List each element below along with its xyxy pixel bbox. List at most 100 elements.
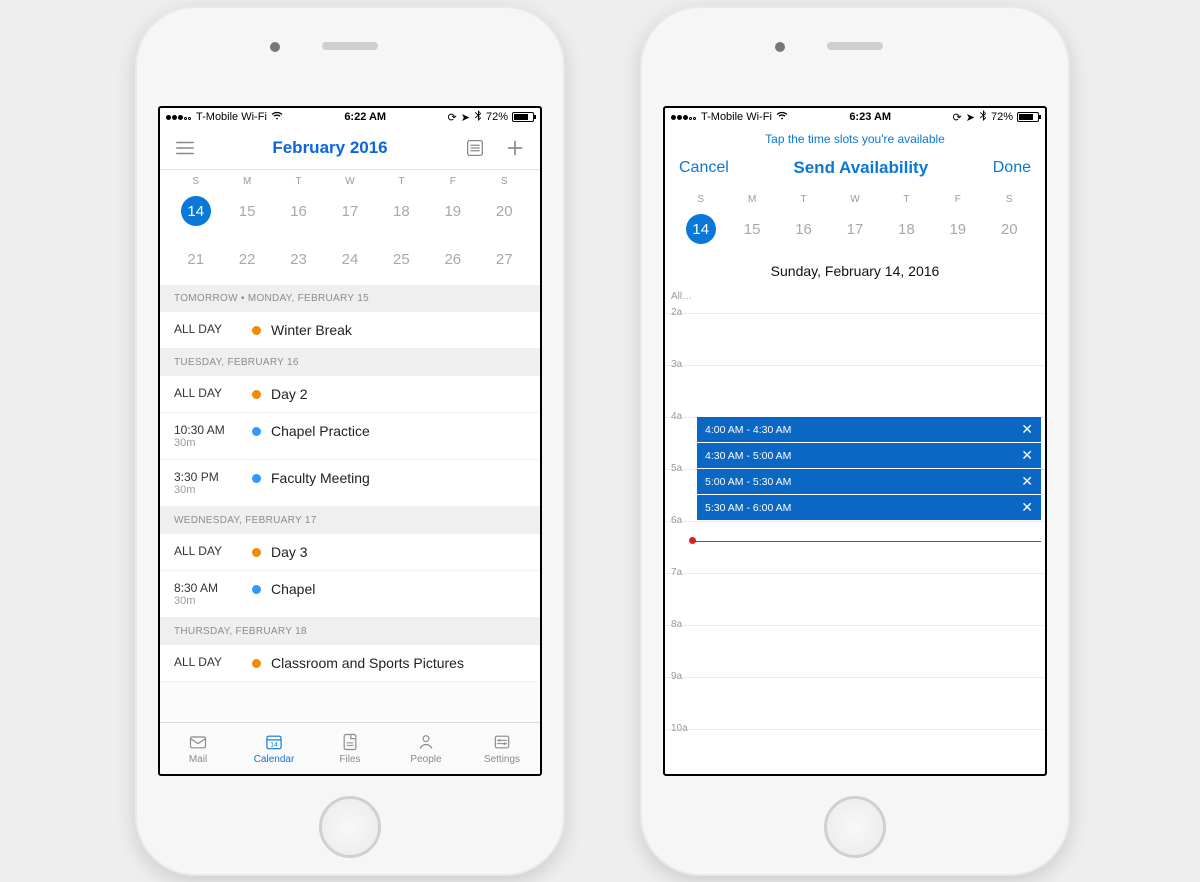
list-view-button[interactable] bbox=[462, 137, 488, 159]
tab-files[interactable]: Files bbox=[312, 723, 388, 774]
hour-label: 3a bbox=[671, 359, 682, 370]
calendar-icon: 14 bbox=[263, 732, 285, 752]
people-icon bbox=[415, 732, 437, 752]
event-row[interactable]: 8:30 AM30mChapel bbox=[160, 571, 540, 618]
remove-slot-icon[interactable]: ✕ bbox=[1021, 473, 1033, 490]
weekday-label: T bbox=[778, 194, 829, 205]
date-cell[interactable]: 20 bbox=[479, 191, 530, 231]
app-header: February 2016 bbox=[160, 126, 540, 170]
plus-icon bbox=[504, 137, 526, 159]
date-cell[interactable]: 18 bbox=[881, 209, 932, 249]
weekday-label: S bbox=[984, 194, 1035, 205]
section-header: WEDNESDAY, FEBRUARY 17 bbox=[160, 507, 540, 534]
cancel-button[interactable]: Cancel bbox=[679, 159, 729, 177]
date-cell[interactable]: 24 bbox=[324, 239, 375, 279]
screen-left: T-Mobile Wi-Fi 6:22 AM ⟳ ➤ 72% Februa bbox=[158, 106, 542, 776]
weekday-label: F bbox=[932, 194, 983, 205]
weekday-label: T bbox=[273, 176, 324, 187]
date-cell[interactable]: 17 bbox=[324, 191, 375, 231]
event-row[interactable]: ALL DAYDay 3 bbox=[160, 534, 540, 571]
color-dot-icon bbox=[252, 585, 261, 594]
header-title[interactable]: February 2016 bbox=[272, 138, 387, 158]
availability-slot[interactable]: 5:00 AM - 5:30 AM ✕ bbox=[697, 469, 1041, 494]
color-dot-icon bbox=[252, 659, 261, 668]
event-time: ALL DAY bbox=[174, 322, 242, 336]
slot-label: 5:30 AM - 6:00 AM bbox=[705, 502, 791, 514]
date-cell[interactable]: 27 bbox=[479, 239, 530, 279]
date-cell[interactable]: 20 bbox=[984, 209, 1035, 249]
date-cell[interactable]: 21 bbox=[170, 239, 221, 279]
event-title: Chapel bbox=[271, 581, 315, 597]
availability-slot[interactable]: 5:30 AM - 6:00 AM ✕ bbox=[697, 495, 1041, 520]
remove-slot-icon[interactable]: ✕ bbox=[1021, 499, 1033, 516]
location-icon: ➤ bbox=[461, 111, 470, 124]
event-row[interactable]: 3:30 PM30mFaculty Meeting bbox=[160, 460, 540, 507]
hour-line: 10a bbox=[665, 729, 1045, 730]
hour-line: 2a bbox=[665, 313, 1045, 314]
date-cell[interactable]: 16 bbox=[273, 191, 324, 231]
remove-slot-icon[interactable]: ✕ bbox=[1021, 421, 1033, 438]
hamburger-icon bbox=[174, 137, 196, 159]
event-title: Chapel Practice bbox=[271, 423, 370, 439]
section-header: THURSDAY, FEBRUARY 18 bbox=[160, 618, 540, 645]
location-icon: ➤ bbox=[966, 111, 975, 124]
svg-text:14: 14 bbox=[270, 742, 278, 749]
event-title: Classroom and Sports Pictures bbox=[271, 655, 464, 671]
date-cell[interactable]: 15 bbox=[221, 191, 272, 231]
date-cell[interactable]: 22 bbox=[221, 239, 272, 279]
clock-label: 6:23 AM bbox=[849, 111, 891, 123]
weekday-label: W bbox=[829, 194, 880, 205]
color-dot-icon bbox=[252, 474, 261, 483]
home-button[interactable] bbox=[319, 796, 381, 858]
remove-slot-icon[interactable]: ✕ bbox=[1021, 447, 1033, 464]
availability-slot[interactable]: 4:00 AM - 4:30 AM✕ bbox=[697, 417, 1041, 442]
date-cell[interactable]: 17 bbox=[829, 209, 880, 249]
event-row[interactable]: ALL DAYDay 2 bbox=[160, 376, 540, 413]
carrier-label: T-Mobile Wi-Fi bbox=[701, 111, 772, 123]
weekday-label: F bbox=[427, 176, 478, 187]
event-row[interactable]: ALL DAYWinter Break bbox=[160, 312, 540, 349]
day-timeline[interactable]: All…2a3a4a5a6a7a8a9a10a4:00 AM - 4:30 AM… bbox=[665, 287, 1045, 774]
battery-icon bbox=[1017, 112, 1039, 122]
event-row[interactable]: 10:30 AM30mChapel Practice bbox=[160, 413, 540, 460]
event-row[interactable]: ALL DAYClassroom and Sports Pictures bbox=[160, 645, 540, 682]
date-cell[interactable]: 25 bbox=[376, 239, 427, 279]
weekday-label: S bbox=[479, 176, 530, 187]
phone-speaker bbox=[827, 42, 883, 50]
date-cell[interactable]: 16 bbox=[778, 209, 829, 249]
date-cell[interactable]: 23 bbox=[273, 239, 324, 279]
date-cell[interactable]: 18 bbox=[376, 191, 427, 231]
availability-slot[interactable]: 4:30 AM - 5:00 AM ✕ bbox=[697, 443, 1041, 468]
hour-line: 6a bbox=[665, 521, 1045, 522]
tab-settings[interactable]: Settings bbox=[464, 723, 540, 774]
date-cell[interactable]: 14 bbox=[170, 191, 221, 231]
date-cell[interactable]: 19 bbox=[427, 191, 478, 231]
event-title: Faculty Meeting bbox=[271, 470, 370, 486]
slot-label: 4:30 AM - 5:00 AM bbox=[705, 450, 791, 462]
event-time: 10:30 AM bbox=[174, 423, 242, 437]
tab-mail[interactable]: Mail bbox=[160, 723, 236, 774]
date-cell[interactable]: 19 bbox=[932, 209, 983, 249]
tab-calendar[interactable]: 14 Calendar bbox=[236, 723, 312, 774]
add-event-button[interactable] bbox=[502, 137, 528, 159]
slot-label: 5:00 AM - 5:30 AM bbox=[705, 476, 791, 488]
date-cell[interactable]: 14 bbox=[675, 209, 726, 249]
hour-line: 7a bbox=[665, 573, 1045, 574]
date-cell[interactable]: 15 bbox=[726, 209, 777, 249]
hour-line: 9a bbox=[665, 677, 1045, 678]
tab-label: Files bbox=[339, 754, 360, 765]
wifi-icon bbox=[776, 111, 788, 124]
menu-button[interactable] bbox=[172, 137, 198, 159]
nav-bar: Cancel Send Availability Done bbox=[665, 152, 1045, 188]
tab-people[interactable]: People bbox=[388, 723, 464, 774]
tab-label: Calendar bbox=[254, 754, 295, 765]
date-cell[interactable]: 26 bbox=[427, 239, 478, 279]
hint-text: Tap the time slots you're available bbox=[665, 126, 1045, 152]
weekday-label: M bbox=[726, 194, 777, 205]
done-button[interactable]: Done bbox=[993, 159, 1031, 177]
weekday-header: SMTWTFS bbox=[160, 170, 540, 189]
bluetooth-icon bbox=[474, 110, 482, 124]
agenda-list[interactable]: TOMORROW • MONDAY, FEBRUARY 15ALL DAYWin… bbox=[160, 285, 540, 722]
phone-frame-left: T-Mobile Wi-Fi 6:22 AM ⟳ ➤ 72% Februa bbox=[135, 6, 565, 876]
home-button[interactable] bbox=[824, 796, 886, 858]
